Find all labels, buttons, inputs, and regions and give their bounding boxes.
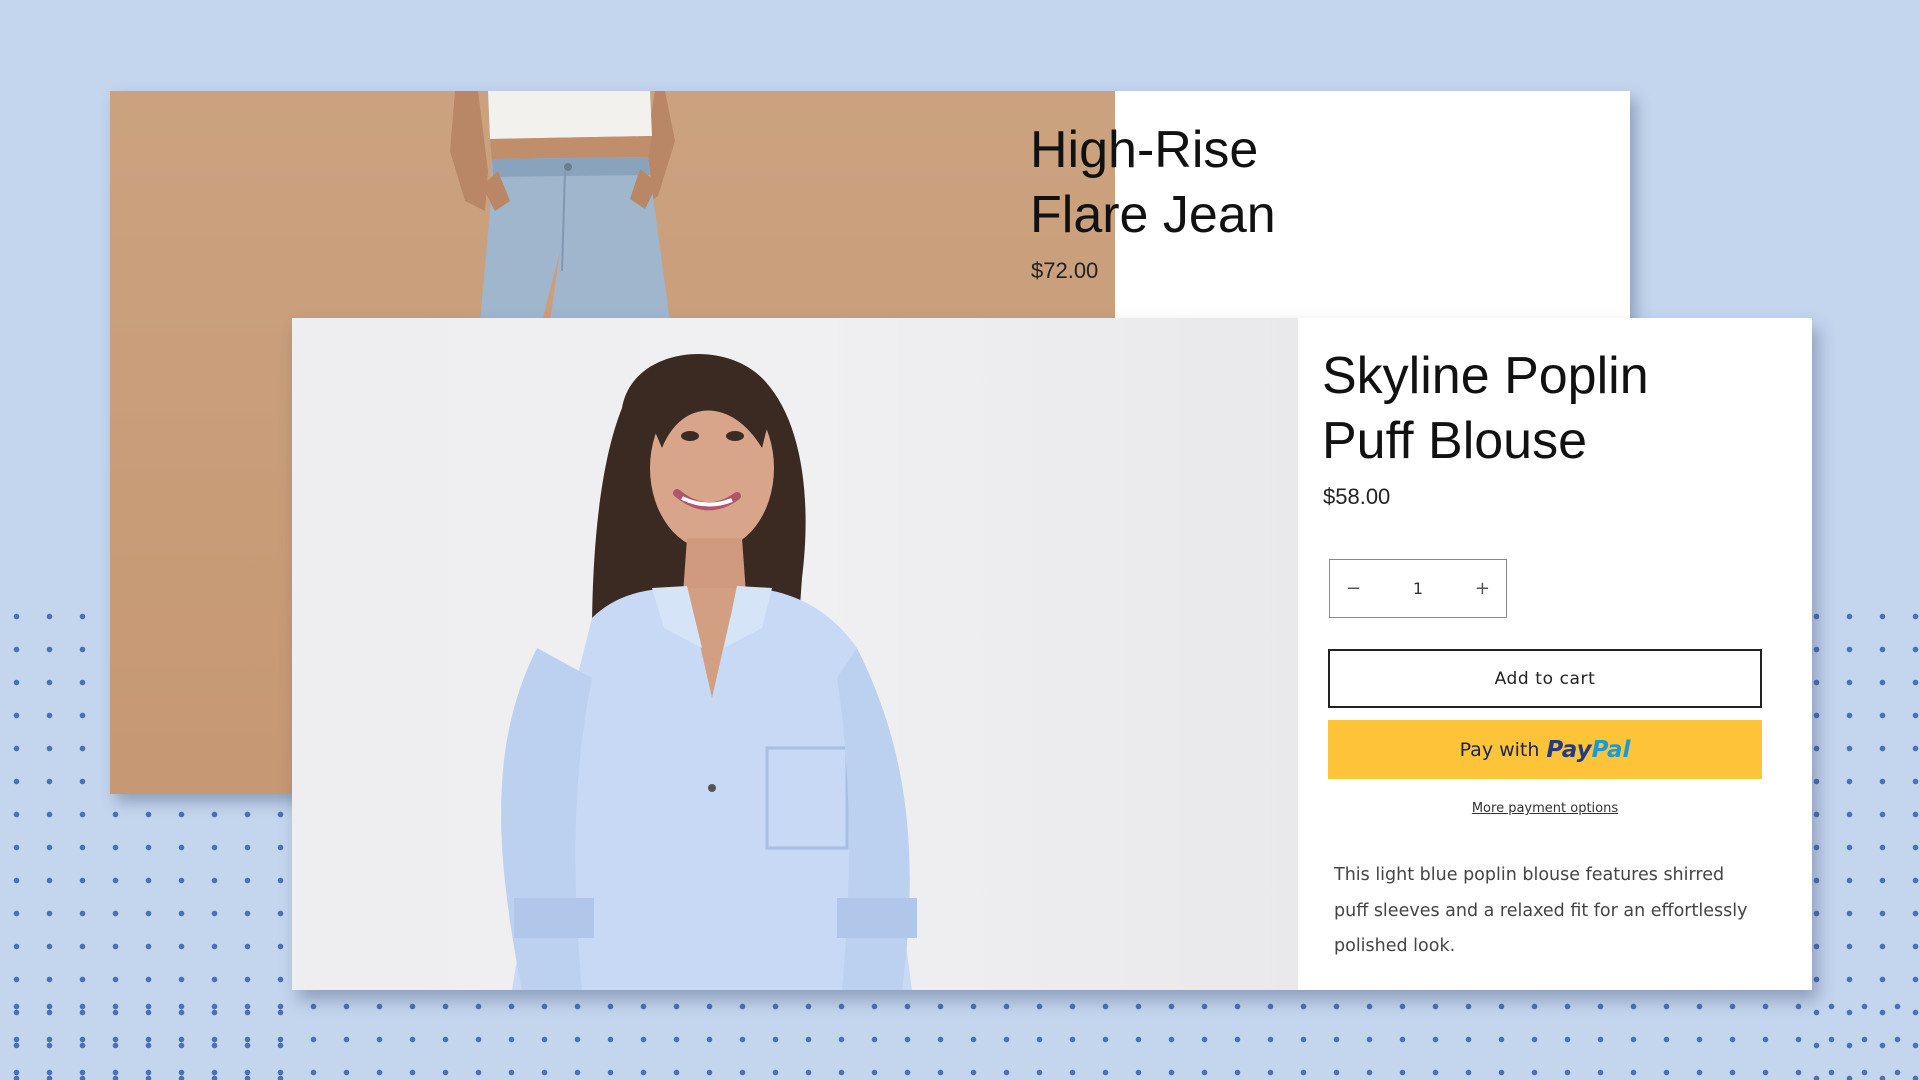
blouse-title-line1: Skyline Poplin xyxy=(1322,347,1649,405)
add-to-cart-button[interactable]: Add to cart xyxy=(1328,649,1762,708)
jean-title-line1: High-Rise xyxy=(1030,121,1259,179)
blouse-model-illustration xyxy=(501,354,917,990)
paypal-prefix-label: Pay with xyxy=(1459,738,1540,761)
paypal-button[interactable]: Pay with PayPal xyxy=(1328,720,1762,779)
quantity-decrement-button[interactable]: − xyxy=(1346,578,1361,599)
jean-title[interactable]: High-Rise Flare Jean xyxy=(1030,118,1276,248)
dot-pattern-bottom xyxy=(0,990,1920,1080)
jean-title-line2: Flare Jean xyxy=(1030,186,1276,244)
paypal-logo-pal: Pal xyxy=(1591,736,1631,763)
blouse-title-line2: Puff Blouse xyxy=(1322,412,1588,470)
paypal-logo: PayPal xyxy=(1546,737,1630,763)
blouse-product-image[interactable] xyxy=(292,318,1298,990)
quantity-value[interactable]: 1 xyxy=(1413,579,1423,598)
blouse-title[interactable]: Skyline Poplin Puff Blouse xyxy=(1322,344,1649,474)
quantity-stepper: − 1 + xyxy=(1329,559,1507,618)
quantity-increment-button[interactable]: + xyxy=(1475,578,1490,599)
jean-price: $72.00 xyxy=(1031,258,1099,283)
blouse-price: $58.00 xyxy=(1323,484,1391,509)
more-payment-options-link[interactable]: More payment options xyxy=(1472,801,1618,816)
product-description: This light blue poplin blouse features s… xyxy=(1334,865,1748,956)
product-card-blouse: Skyline Poplin Puff Blouse $58.00 − 1 + … xyxy=(292,318,1812,990)
paypal-logo-pay: Pay xyxy=(1546,736,1592,763)
more-payment-options: More payment options xyxy=(1328,801,1762,816)
